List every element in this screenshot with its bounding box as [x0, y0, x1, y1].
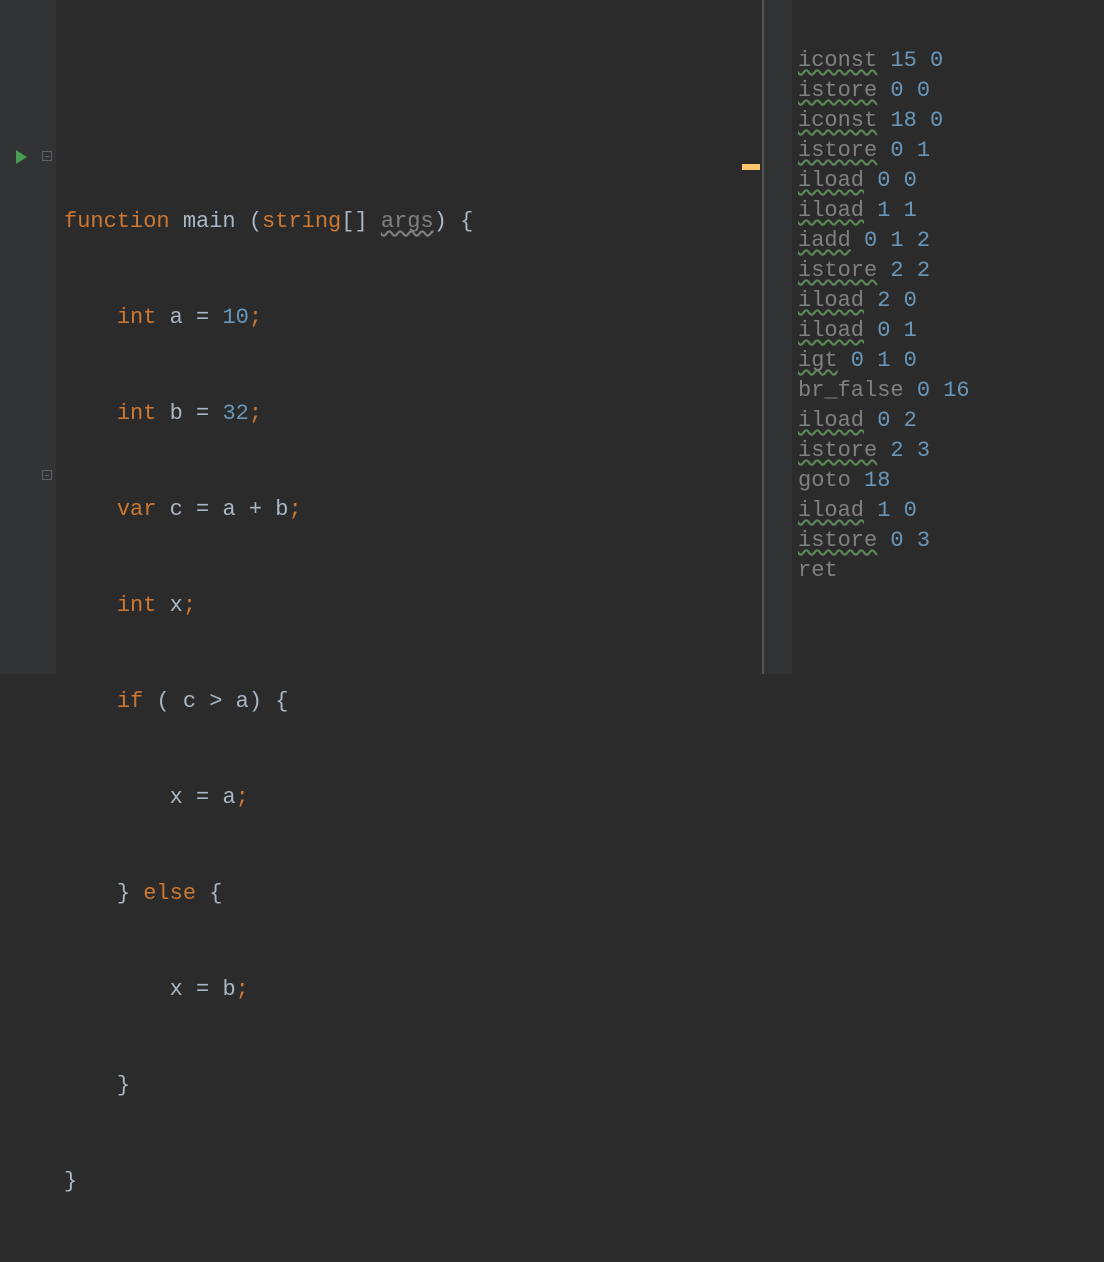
- code-line[interactable]: x = b;: [64, 974, 762, 1006]
- bytecode-line[interactable]: goto 18: [798, 466, 1104, 496]
- bytecode-gutter: [764, 0, 792, 674]
- mnemonic: istore: [798, 258, 877, 283]
- bytecode-args: 0 0: [877, 78, 930, 103]
- fold-open-icon[interactable]: [42, 151, 52, 161]
- bytecode-args: 18 0: [877, 108, 943, 133]
- bytecode-line[interactable]: iload 0 2: [798, 406, 1104, 436]
- bytecode-line[interactable]: iconst 15 0: [798, 46, 1104, 76]
- bytecode-args: 18: [851, 468, 891, 493]
- mnemonic: iadd: [798, 228, 851, 253]
- fold-close-icon[interactable]: [42, 470, 52, 480]
- bytecode-line[interactable]: iload 0 1: [798, 316, 1104, 346]
- warning-stripe[interactable]: [742, 164, 760, 170]
- code-line[interactable]: if ( c > a) {: [64, 686, 762, 718]
- bytecode-line[interactable]: ret: [798, 556, 1104, 586]
- mnemonic: br_false: [798, 378, 904, 403]
- bytecode-line[interactable]: igt 0 1 0: [798, 346, 1104, 376]
- bytecode-args: 0 1 0: [838, 348, 917, 373]
- mnemonic: iconst: [798, 48, 877, 73]
- bytecode-line[interactable]: istore 0 3: [798, 526, 1104, 556]
- keyword: else: [143, 881, 196, 906]
- bytecode-args: 0 16: [904, 378, 970, 403]
- mnemonic: ret: [798, 558, 838, 583]
- bytecode-args: 2 2: [877, 258, 930, 283]
- bytecode-line[interactable]: iadd 0 1 2: [798, 226, 1104, 256]
- bytecode-line[interactable]: istore 2 2: [798, 256, 1104, 286]
- mnemonic: istore: [798, 528, 877, 553]
- bytecode-panel[interactable]: iconst 15 0istore 0 0iconst 18 0istore 0…: [792, 0, 1104, 674]
- bytecode-line[interactable]: br_false 0 16: [798, 376, 1104, 406]
- number: 10: [222, 305, 248, 330]
- bytecode-line[interactable]: istore 0 1: [798, 136, 1104, 166]
- code-line[interactable]: } else {: [64, 878, 762, 910]
- bytecode-args: 0 2: [864, 408, 917, 433]
- fn-name: main: [183, 209, 236, 234]
- mnemonic: istore: [798, 78, 877, 103]
- bytecode-args: 15 0: [877, 48, 943, 73]
- mnemonic: iload: [798, 408, 864, 433]
- number: 32: [222, 401, 248, 426]
- mnemonic: iload: [798, 498, 864, 523]
- code-line[interactable]: var c = a + b;: [64, 494, 762, 526]
- keyword: int: [117, 305, 157, 330]
- code-line[interactable]: int x;: [64, 590, 762, 622]
- keyword: function: [64, 209, 170, 234]
- mnemonic: iconst: [798, 108, 877, 133]
- bytecode-args: 0 1: [877, 138, 930, 163]
- bytecode-args: 2 0: [864, 288, 917, 313]
- mnemonic: iload: [798, 288, 864, 313]
- bytecode-args: 1 0: [864, 498, 917, 523]
- bytecode-args: 0 0: [864, 168, 917, 193]
- keyword: int: [117, 401, 157, 426]
- bytecode-args: 0 3: [877, 528, 930, 553]
- editor-gutter: [0, 0, 56, 674]
- bytecode-line[interactable]: iconst 18 0: [798, 106, 1104, 136]
- bytecode-args: 1 1: [864, 198, 917, 223]
- bytecode-line[interactable]: istore 0 0: [798, 76, 1104, 106]
- code-line[interactable]: }: [64, 1166, 762, 1198]
- bytecode-line[interactable]: iload 2 0: [798, 286, 1104, 316]
- bytecode-args: 2 3: [877, 438, 930, 463]
- code-line[interactable]: x = a;: [64, 782, 762, 814]
- bytecode-line[interactable]: iload 1 1: [798, 196, 1104, 226]
- keyword: if: [117, 689, 143, 714]
- keyword: int: [117, 593, 157, 618]
- parameter: args: [381, 209, 434, 234]
- mnemonic: igt: [798, 348, 838, 373]
- mnemonic: iload: [798, 168, 864, 193]
- source-editor[interactable]: function main (string[] args) { int a = …: [56, 0, 762, 674]
- bytecode-line[interactable]: iload 0 0: [798, 166, 1104, 196]
- mnemonic: goto: [798, 468, 851, 493]
- code-line[interactable]: int a = 10;: [64, 302, 762, 334]
- mnemonic: istore: [798, 138, 877, 163]
- bytecode-args: 0 1 2: [851, 228, 930, 253]
- bytecode-args: 0 1: [864, 318, 917, 343]
- bytecode-line[interactable]: iload 1 0: [798, 496, 1104, 526]
- code-line[interactable]: int b = 32;: [64, 398, 762, 430]
- mnemonic: iload: [798, 318, 864, 343]
- keyword: string: [262, 209, 341, 234]
- keyword: var: [117, 497, 157, 522]
- bytecode-line[interactable]: istore 2 3: [798, 436, 1104, 466]
- run-icon[interactable]: [16, 150, 27, 164]
- code-line[interactable]: function main (string[] args) {: [64, 206, 762, 238]
- code-line[interactable]: }: [64, 1070, 762, 1102]
- mnemonic: iload: [798, 198, 864, 223]
- mnemonic: istore: [798, 438, 877, 463]
